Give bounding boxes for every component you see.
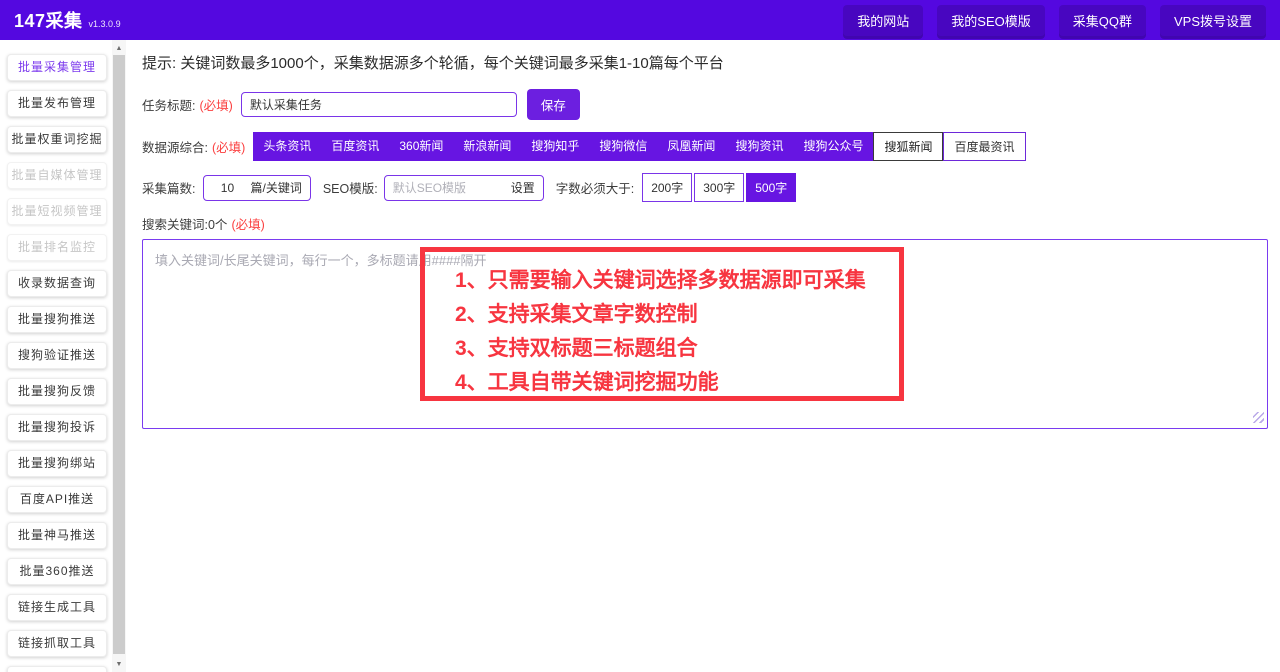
collect-count-unit: 篇/关键词: [250, 181, 302, 195]
tab-sogou-zhihu[interactable]: 搜狗知乎: [521, 132, 590, 161]
tab-sogou-weixin[interactable]: 搜狗微信: [589, 132, 658, 161]
collect-count-label: 采集篇数:: [142, 182, 196, 196]
sidebar-item-sogou-feedback[interactable]: 批量搜狗反馈: [7, 378, 107, 405]
sidebar-item-360-push[interactable]: 批量360推送: [7, 558, 107, 585]
topnav: 我的网站 我的SEO模版 采集QQ群 VPS拨号设置: [843, 4, 1266, 36]
scrollbar-thumb[interactable]: [113, 55, 125, 654]
datasource-required: (必填): [211, 141, 246, 155]
task-title-input[interactable]: [240, 92, 517, 117]
word-option-300[interactable]: 300字: [694, 173, 745, 202]
sidebar-item-link-grab[interactable]: 链接抓取工具: [7, 630, 107, 657]
tab-sohu-news[interactable]: 搜狐新闻: [873, 132, 944, 161]
collect-count-input[interactable]: [204, 180, 251, 195]
tab-fenghuang-news[interactable]: 凤凰新闻: [657, 132, 726, 161]
annotation-line: 2、支持采集文章字数控制: [455, 303, 698, 326]
tab-sogou-news[interactable]: 搜狗资讯: [725, 132, 794, 161]
collect-count-box: 篇/关键词: [203, 174, 311, 201]
annotation-line: 4、工具自带关键词挖掘功能: [455, 371, 719, 394]
tab-toutiao-news[interactable]: 头条资讯: [253, 132, 322, 161]
keywords-label-row: 搜索关键词:0个 (必填): [142, 214, 1268, 233]
layout: 批量采集管理 批量发布管理 批量权重词挖掘 批量自媒体管理 批量短视频管理 批量…: [0, 40, 1280, 672]
topnav-my-website[interactable]: 我的网站: [843, 4, 924, 36]
sidebar-item-sogou-complaint[interactable]: 批量搜狗投诉: [7, 414, 107, 441]
tab-baidu-news[interactable]: 百度资讯: [321, 132, 390, 161]
sidebar-item-link-generate[interactable]: 链接生成工具: [7, 594, 107, 621]
app-brand: 147采集 v1.3.0.9: [14, 7, 121, 33]
tab-sina-news[interactable]: 新浪新闻: [453, 132, 522, 161]
collect-settings-row: 采集篇数: 篇/关键词 SEO模版: 设置 字数必须大于: 200字 300字 …: [142, 173, 1268, 202]
sidebar-item-rank-monitor: 批量排名监控: [7, 234, 107, 261]
task-title-required: (必填): [199, 99, 233, 113]
sidebar: 批量采集管理 批量发布管理 批量权重词挖掘 批量自媒体管理 批量短视频管理 批量…: [0, 40, 112, 672]
topnav-vps-dial-settings[interactable]: VPS拨号设置: [1159, 4, 1266, 36]
tab-sogou-gongzhonghao[interactable]: 搜狗公众号: [793, 132, 874, 161]
keywords-count-label: 搜索关键词:0个: [142, 218, 228, 232]
datasource-row: 数据源综合: (必填) 头条资讯 百度资讯 360新闻 新浪新闻 搜狗知乎 搜狗…: [142, 132, 1268, 161]
task-title-label: 任务标题:: [142, 99, 196, 113]
topbar: 147采集 v1.3.0.9 我的网站 我的SEO模版 采集QQ群 VPS拨号设…: [0, 0, 1280, 40]
sidebar-scrollbar[interactable]: ▲ ▼: [112, 40, 126, 672]
sidebar-item-weight-word-mining[interactable]: 批量权重词挖掘: [7, 126, 107, 153]
scroll-down-icon[interactable]: ▼: [112, 657, 126, 671]
word-option-200[interactable]: 200字: [642, 173, 693, 202]
tab-360-news[interactable]: 360新闻: [389, 132, 454, 161]
annotation-line: 1、只需要输入关键词选择多数据源即可采集: [455, 269, 866, 292]
sidebar-item-batch-publish[interactable]: 批量发布管理: [7, 90, 107, 117]
sidebar-item-sogou-verify-push[interactable]: 搜狗验证推送: [7, 342, 107, 369]
sidebar-item-index-query[interactable]: 收录数据查询: [7, 270, 107, 297]
seo-settings-link[interactable]: 设置: [511, 179, 543, 196]
word-option-500[interactable]: 500字: [746, 173, 797, 202]
datasource-tabs: 头条资讯 百度资讯 360新闻 新浪新闻 搜狗知乎 搜狗微信 凤凰新闻 搜狗资讯…: [253, 132, 1026, 161]
seo-template-box: 设置: [383, 174, 544, 201]
annotation-line: 3、支持双标题三标题组合: [455, 337, 698, 360]
datasource-label: 数据源综合:: [142, 141, 208, 155]
app-title: 147采集: [14, 11, 83, 31]
topnav-collect-qq-group[interactable]: 采集QQ群: [1058, 4, 1146, 36]
word-count-options: 200字 300字 500字: [642, 173, 797, 202]
keywords-required: (必填): [231, 218, 265, 232]
keywords-textarea-wrap: 1、只需要输入关键词选择多数据源即可采集 2、支持采集文章字数控制 3、支持双标…: [142, 239, 1268, 429]
sidebar-item-shenma-push[interactable]: 批量神马推送: [7, 522, 107, 549]
word-count-label: 字数必须大于:: [555, 182, 635, 196]
task-title-row: 任务标题: (必填) 保存: [142, 89, 1268, 120]
sidebar-item-short-video: 批量短视频管理: [7, 198, 107, 225]
sidebar-item-sogou-bind-site[interactable]: 批量搜狗绑站: [7, 450, 107, 477]
app-version: v1.3.0.9: [88, 19, 121, 29]
sidebar-item-sogou-push[interactable]: 批量搜狗推送: [7, 306, 107, 333]
hint-text: 提示: 关键词数最多1000个，采集数据源多个轮循，每个关键词最多采集1-10篇…: [142, 55, 724, 72]
topnav-my-seo-template[interactable]: 我的SEO模版: [937, 4, 1045, 36]
save-button[interactable]: 保存: [526, 89, 580, 120]
resize-grip-icon[interactable]: [1253, 412, 1264, 423]
seo-template-label: SEO模版:: [322, 182, 378, 196]
sidebar-item-pseudo-original[interactable]: 伪原创工具: [7, 666, 107, 672]
annotation-box: 1、只需要输入关键词选择多数据源即可采集 2、支持采集文章字数控制 3、支持双标…: [420, 247, 904, 401]
scroll-up-icon[interactable]: ▲: [112, 41, 126, 55]
seo-template-input[interactable]: [384, 180, 511, 195]
main-content: 提示: 关键词数最多1000个，采集数据源多个轮循，每个关键词最多采集1-10篇…: [126, 40, 1280, 672]
sidebar-item-baidu-api-push[interactable]: 百度API推送: [7, 486, 107, 513]
sidebar-item-batch-collect[interactable]: 批量采集管理: [7, 54, 107, 81]
sidebar-item-self-media: 批量自媒体管理: [7, 162, 107, 189]
tab-baidu-zui-news[interactable]: 百度最资讯: [943, 132, 1026, 161]
